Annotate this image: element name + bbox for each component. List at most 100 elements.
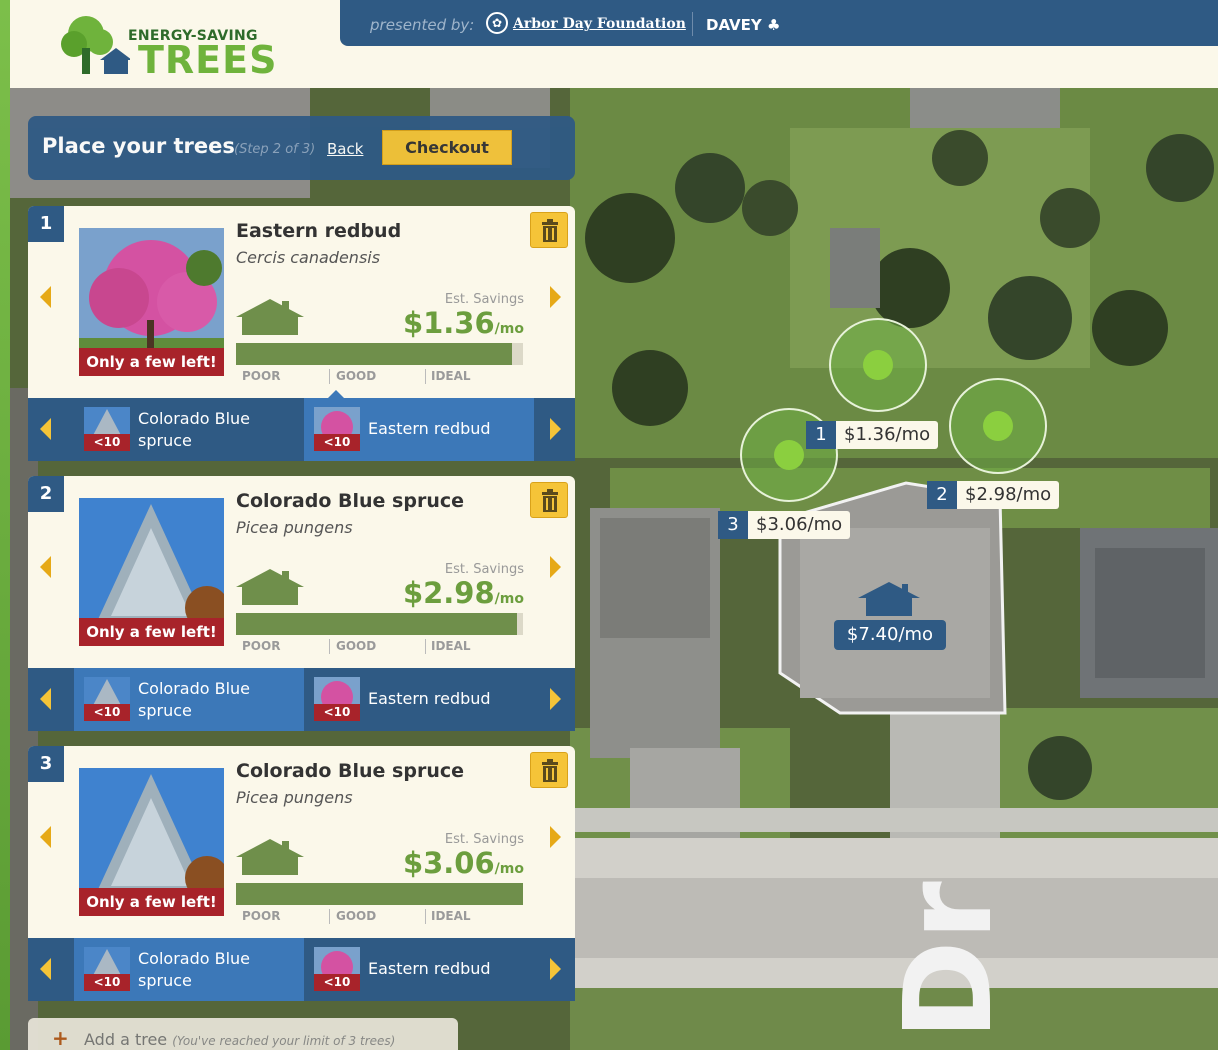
selected-pointer xyxy=(328,390,344,398)
arrow-right-icon[interactable] xyxy=(550,958,561,980)
street-name-text: Dr xyxy=(880,881,1019,1040)
stock-count-badge: <10 xyxy=(314,434,360,451)
scale-divider xyxy=(329,909,330,924)
savings-meter xyxy=(236,613,523,635)
arrow-right-icon[interactable] xyxy=(550,688,561,710)
low-stock-badge: Only a few left! xyxy=(79,888,224,916)
tree-card-number: 1 xyxy=(28,206,64,242)
spruce-thumbnail: <10 xyxy=(84,947,130,991)
species-selector-2: <10 Colorado Blue spruce <10 Eastern red… xyxy=(28,660,575,731)
davey-logo-text: DAVEY xyxy=(706,16,762,34)
tree-card-2: 2 Only a few left! Colorado Blue spruce … xyxy=(28,476,575,668)
map-tree-marker-3[interactable] xyxy=(774,440,804,470)
selected-pointer xyxy=(92,930,108,938)
arrow-left-icon[interactable] xyxy=(40,688,51,710)
selected-pointer xyxy=(92,660,108,668)
arrow-left-icon[interactable] xyxy=(40,958,51,980)
tree-photo: Only a few left! xyxy=(79,228,224,376)
map-tree-label-value: $1.36/mo xyxy=(844,424,931,445)
species-option-redbud[interactable]: <10 Eastern redbud xyxy=(304,668,534,731)
map-tree-label-2: 2 $2.98/mo xyxy=(927,481,1060,509)
scale-divider xyxy=(329,369,330,384)
scale-good: GOOD xyxy=(336,369,377,383)
stock-count-badge: <10 xyxy=(314,974,360,991)
species-selector-3: <10 Colorado Blue spruce <10 Eastern red… xyxy=(28,930,575,1001)
arrow-left-icon[interactable] xyxy=(40,286,51,308)
tree-card-1: 1 Only a few left! Eastern redbud Cercis… xyxy=(28,206,575,398)
est-savings-value: $3.06/mo xyxy=(388,846,524,880)
low-stock-badge: Only a few left! xyxy=(79,348,224,376)
house-marker-icon xyxy=(858,582,920,616)
step-title: Place your trees xyxy=(42,134,235,158)
redbud-thumbnail: <10 xyxy=(314,677,360,721)
est-savings-value: $2.98/mo xyxy=(388,576,524,610)
map-tree-label-number: 3 xyxy=(718,511,748,539)
arrow-left-icon[interactable] xyxy=(40,826,51,848)
species-option-spruce[interactable]: <10 Colorado Blue spruce xyxy=(74,398,304,461)
stock-count-badge: <10 xyxy=(314,704,360,721)
spruce-thumbnail: <10 xyxy=(84,407,130,451)
est-savings-label: Est. Savings xyxy=(444,562,524,577)
map-tree-label-number: 1 xyxy=(806,421,836,449)
savings-amount: $2.98 xyxy=(402,576,495,610)
scale-poor: POOR xyxy=(242,909,281,923)
davey-tree-icon: ♣ xyxy=(767,16,781,34)
checkout-button[interactable]: Checkout xyxy=(382,130,512,165)
arrow-right-icon[interactable] xyxy=(550,286,561,308)
arrow-left-icon[interactable] xyxy=(40,418,51,440)
stock-count-badge: <10 xyxy=(84,434,130,451)
energy-saving-trees-logo[interactable]: ENERGY-SAVING TREES xyxy=(60,14,290,84)
scale-ideal: IDEAL xyxy=(431,639,471,653)
map-tree-marker-1[interactable] xyxy=(863,350,893,380)
arrow-right-icon[interactable] xyxy=(550,556,561,578)
tree-card-number: 3 xyxy=(28,746,64,782)
davey-logo[interactable]: DAVEY ♣ xyxy=(706,16,780,34)
tree-common-name: Colorado Blue spruce xyxy=(236,490,464,512)
arbor-day-link[interactable]: Arbor Day Foundation xyxy=(513,16,686,32)
species-selector-1: <10 Colorado Blue spruce <10 Eastern red… xyxy=(28,390,575,461)
species-option-redbud[interactable]: <10 Eastern redbud xyxy=(304,390,534,461)
arrow-left-icon[interactable] xyxy=(40,556,51,578)
delete-tree-button[interactable] xyxy=(530,212,568,248)
delete-tree-button[interactable] xyxy=(530,482,568,518)
tree-card-number: 2 xyxy=(28,476,64,512)
scale-ideal: IDEAL xyxy=(431,909,471,923)
arrow-right-icon[interactable] xyxy=(550,826,561,848)
species-option-spruce[interactable]: <10 Colorado Blue spruce xyxy=(74,660,304,731)
house-icon xyxy=(236,299,304,335)
stock-count-badge: <10 xyxy=(84,704,130,721)
spruce-thumbnail: <10 xyxy=(84,677,130,721)
savings-period: /mo xyxy=(494,591,524,607)
scale-ideal: IDEAL xyxy=(431,369,471,383)
savings-period: /mo xyxy=(494,321,524,337)
frame-left xyxy=(0,0,10,1050)
savings-amount: $1.36 xyxy=(402,306,495,340)
tree-common-name: Colorado Blue spruce xyxy=(236,760,464,782)
house-icon xyxy=(236,839,304,875)
species-option-label: Eastern redbud xyxy=(368,689,491,708)
map-tree-marker-2[interactable] xyxy=(983,411,1013,441)
est-savings-label: Est. Savings xyxy=(444,292,524,307)
species-option-label: Colorado Blue spruce xyxy=(138,679,251,720)
scale-divider xyxy=(425,369,426,384)
sponsor-bar: presented by: ✿ Arbor Day Foundation DAV… xyxy=(340,0,1218,46)
back-link[interactable]: Back xyxy=(327,140,363,158)
species-option-redbud[interactable]: <10 Eastern redbud xyxy=(304,938,534,1001)
scale-divider xyxy=(425,639,426,654)
savings-period: /mo xyxy=(494,861,524,877)
species-option-label: Eastern redbud xyxy=(368,419,491,438)
tree-photo: Only a few left! xyxy=(79,768,224,916)
delete-tree-button[interactable] xyxy=(530,752,568,788)
species-option-label: Colorado Blue spruce xyxy=(138,949,251,990)
add-tree-text: Add a tree xyxy=(84,1030,168,1049)
est-savings-label: Est. Savings xyxy=(444,832,524,847)
tree-latin-name: Picea pungens xyxy=(236,788,353,807)
add-tree-label: Add a tree (You've reached your limit of… xyxy=(84,1030,395,1049)
scale-good: GOOD xyxy=(336,639,377,653)
scale-poor: POOR xyxy=(242,639,281,653)
add-tree-button[interactable]: + Add a tree (You've reached your limit … xyxy=(28,1018,458,1050)
arrow-right-icon[interactable] xyxy=(550,418,561,440)
tree-logo-icon xyxy=(61,16,130,74)
stock-count-badge: <10 xyxy=(84,974,130,991)
species-option-spruce[interactable]: <10 Colorado Blue spruce xyxy=(74,930,304,1001)
